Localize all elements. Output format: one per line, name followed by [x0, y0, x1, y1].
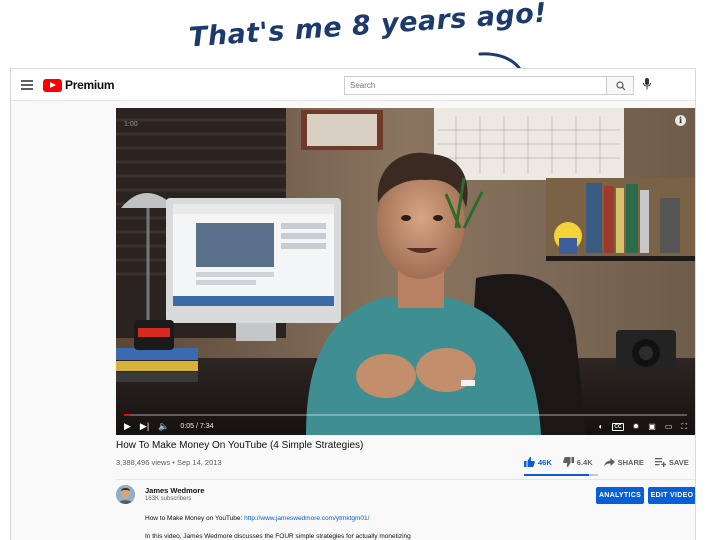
share-button[interactable]: SHARE	[603, 457, 644, 467]
youtube-window: Premium Search 1:00 i ▶ ▶| 🔈 0:05 / 7:34…	[10, 68, 696, 540]
description-line-2: In this video, James Wedmore discusses t…	[145, 533, 411, 540]
settings-gear-icon[interactable]: ✹	[633, 422, 640, 431]
search-box	[344, 76, 634, 95]
theater-mode-icon[interactable]: ▭	[665, 422, 673, 431]
microphone-icon[interactable]	[643, 78, 651, 90]
fullscreen-icon[interactable]: ⛶	[681, 422, 687, 432]
divider	[116, 479, 695, 480]
search-input[interactable]	[344, 76, 606, 95]
search-button[interactable]	[606, 76, 634, 95]
dislike-count: 6.4K	[576, 457, 593, 467]
player-controls: ▶ ▶| 🔈 0:05 / 7:34 ◐ CC ✹ ▣ ▭ ⛶	[116, 418, 695, 435]
time-display: 0:05 / 7:34	[180, 423, 214, 430]
like-ratio-bar	[524, 474, 598, 476]
thumbs-down-icon	[562, 457, 574, 467]
annotation-text: That's me 8 years ago!	[187, 0, 549, 54]
description-line-1: How to Make Money on YouTube: http://www…	[145, 515, 369, 522]
edit-video-button[interactable]: EDIT VIDEO	[648, 487, 695, 504]
like-ratio-fill	[524, 474, 590, 476]
info-icon[interactable]: i	[675, 115, 686, 126]
video-frame	[116, 108, 695, 435]
channel-name[interactable]: James Wedmore	[145, 486, 204, 495]
like-count: 46K	[538, 457, 552, 467]
avatar[interactable]	[116, 485, 135, 504]
player-controls-right: ◐ CC ✹ ▣ ▭ ⛶	[598, 422, 687, 432]
annotation: That's me 8 years ago!	[0, 0, 706, 130]
video-meta: 3,388,496 views • Sep 14, 2013	[116, 458, 222, 467]
dislike-button[interactable]: 6.4K	[562, 457, 593, 467]
overlay-timestamp: 1:00	[124, 121, 138, 128]
search-icon	[616, 81, 626, 91]
play-icon[interactable]: ▶	[124, 421, 131, 432]
progress-fill	[124, 414, 131, 416]
save-label: SAVE	[668, 457, 689, 467]
video-actions: 46K 6.4K SHARE SAVE ···	[524, 455, 695, 469]
playlist-add-icon	[654, 457, 666, 467]
analytics-button[interactable]: ANALYTICS	[596, 487, 644, 504]
youtube-play-icon	[43, 78, 62, 92]
share-icon	[603, 457, 615, 467]
menu-icon[interactable]	[21, 80, 33, 90]
save-button[interactable]: SAVE	[654, 457, 689, 467]
volume-icon[interactable]: 🔈	[158, 421, 169, 432]
share-label: SHARE	[617, 457, 644, 467]
thumbs-up-icon	[524, 457, 535, 467]
avatar-image	[116, 485, 135, 504]
captions-icon[interactable]: CC	[612, 422, 624, 431]
youtube-premium-logo[interactable]: Premium	[43, 78, 115, 92]
subscriber-count: 163K subscribers	[145, 496, 192, 502]
next-icon[interactable]: ▶|	[140, 421, 149, 432]
autoplay-toggle-icon[interactable]: ◐	[598, 422, 603, 431]
video-player[interactable]: 1:00 i ▶ ▶| 🔈 0:05 / 7:34 ◐ CC ✹ ▣ ▭ ⛶	[116, 108, 695, 435]
progress-bar[interactable]	[124, 414, 687, 416]
description-link[interactable]: http://www.jameswedmore.com/ytmktgm01/	[244, 515, 369, 522]
like-button[interactable]: 46K	[524, 457, 552, 467]
logo-text: Premium	[65, 78, 115, 92]
description-text: How to Make Money on YouTube:	[145, 515, 245, 522]
video-title: How To Make Money On YouTube (4 Simple S…	[116, 440, 364, 451]
masthead: Premium	[11, 69, 695, 101]
miniplayer-icon[interactable]: ▣	[648, 422, 656, 431]
